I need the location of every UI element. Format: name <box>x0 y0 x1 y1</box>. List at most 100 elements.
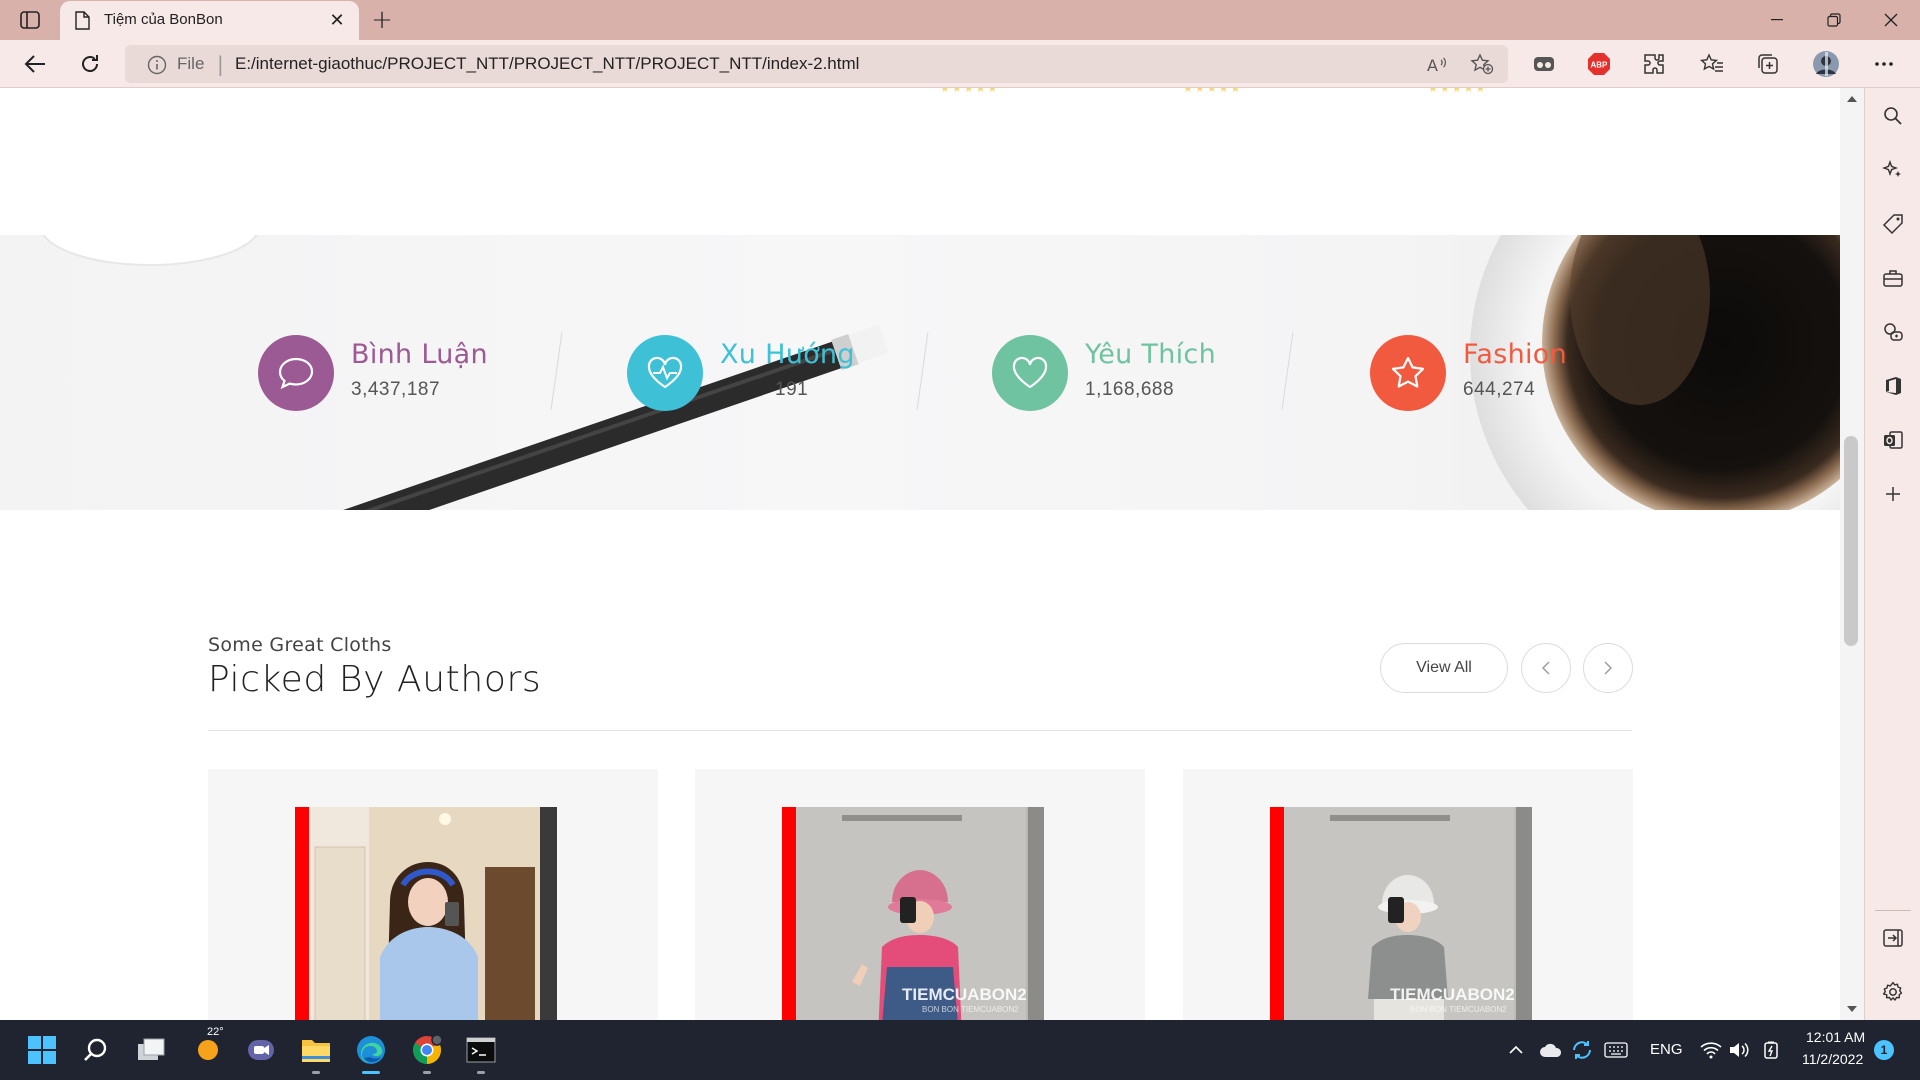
search-icon[interactable] <box>78 1032 114 1068</box>
heartbeat-icon <box>647 356 683 389</box>
product-card[interactable]: TIEMCUABON2 BON BON TIEMCUABON2 <box>1183 769 1633 1020</box>
counter-value: 191 <box>775 379 809 400</box>
windows-start-icon[interactable] <box>24 1032 60 1068</box>
extension-icon[interactable] <box>1530 50 1558 78</box>
read-aloud-icon[interactable]: A <box>1425 53 1449 75</box>
active-indicator <box>362 1071 380 1074</box>
page-icon <box>74 11 90 34</box>
address-bar[interactable]: File | E:/internet-giaothuc/PROJECT_NTT/… <box>125 45 1508 83</box>
profile-avatar[interactable] <box>1812 50 1840 78</box>
prev-button[interactable] <box>1521 643 1571 693</box>
battery-icon[interactable] <box>1758 1032 1784 1068</box>
next-button[interactable] <box>1583 643 1633 693</box>
refresh-button[interactable] <box>73 48 107 80</box>
product-image[interactable]: TIEMCUABON2 BON BON TIEMCUABON2 <box>782 807 1044 1020</box>
edge-sidebar <box>1864 88 1920 1020</box>
extensions-icon[interactable] <box>1640 50 1668 78</box>
back-button[interactable] <box>18 48 52 80</box>
volume-icon[interactable] <box>1726 1032 1752 1068</box>
counter-icon-circle <box>627 335 703 411</box>
collections-icon[interactable] <box>1754 50 1782 78</box>
search-icon[interactable] <box>1881 104 1905 128</box>
task-view-icon[interactable] <box>133 1032 169 1068</box>
notification-badge[interactable]: 1 <box>1874 1040 1894 1060</box>
discover-icon[interactable] <box>1881 158 1905 182</box>
add-favorite-icon[interactable] <box>1470 53 1494 75</box>
photo-accent-bar <box>1270 807 1284 1020</box>
sync-icon[interactable] <box>1568 1032 1596 1068</box>
close-window-button[interactable] <box>1866 4 1916 36</box>
scroll-thumb[interactable] <box>1844 436 1858 646</box>
keyboard-icon[interactable] <box>1601 1032 1631 1068</box>
chevron-left-icon <box>1542 661 1550 675</box>
view-all-button[interactable]: View All <box>1380 643 1508 693</box>
weather-widget-icon[interactable]: 22° <box>189 1026 225 1068</box>
counter-value: 1,168,688 <box>1085 379 1175 400</box>
photo-accent-bar <box>295 807 309 1020</box>
section-subtitle: Some Great Cloths <box>208 634 392 656</box>
file-explorer-icon[interactable] <box>298 1032 334 1074</box>
clock-date[interactable]: 11/2/2022 <box>1802 1051 1863 1067</box>
product-image[interactable]: TIEMCUABON2 BON BON TIEMCUABON2 <box>1270 807 1532 1020</box>
page-viewport: ★★★★★ ★★★★★ ★★★★★ Bình Luận 3,437,187 Xu… <box>0 88 1840 1020</box>
section-title: Picked By Authors <box>208 659 542 700</box>
hide-sidebar-icon[interactable] <box>1881 926 1905 950</box>
favorites-icon[interactable] <box>1698 50 1726 78</box>
svg-text:ABP: ABP <box>1591 61 1609 70</box>
rating-stars: ★★★★★ <box>1428 88 1488 95</box>
edge-browser-icon[interactable] <box>353 1032 389 1074</box>
close-tab-icon[interactable]: ✕ <box>325 8 349 32</box>
counter-icon-circle <box>258 335 334 411</box>
outlook-icon[interactable] <box>1881 428 1905 452</box>
product-watermark-sub: BON BON TIEMCUABON2 <box>922 1005 1019 1014</box>
svg-text:A: A <box>1427 56 1438 74</box>
office-icon[interactable] <box>1881 374 1905 398</box>
tray-overflow-chevron-icon[interactable] <box>1504 1032 1528 1068</box>
chrome-browser-icon[interactable] <box>409 1032 445 1074</box>
browser-tab[interactable]: Tiệm của BonBon ✕ <box>60 1 359 40</box>
product-image[interactable] <box>295 807 557 1020</box>
star-icon <box>1391 356 1425 388</box>
restore-button[interactable] <box>1809 4 1859 36</box>
product-card[interactable] <box>208 769 658 1020</box>
clock-time[interactable]: 12:01 AM <box>1806 1029 1865 1045</box>
onedrive-cloud-icon[interactable] <box>1537 1032 1565 1068</box>
wifi-icon[interactable] <box>1698 1032 1724 1068</box>
product-watermark: TIEMCUABON2 <box>1390 985 1515 1004</box>
minimize-button[interactable] <box>1752 4 1802 36</box>
counter-value: 644,274 <box>1463 379 1536 400</box>
running-indicator <box>477 1071 485 1074</box>
sidebar-divider <box>1875 910 1911 911</box>
new-tab-button[interactable]: + <box>368 5 396 35</box>
counter-icon-circle <box>1370 335 1446 411</box>
counter-title: Fashion <box>1463 339 1568 370</box>
chevron-right-icon <box>1604 661 1612 675</box>
product-watermark-sub: BON BON TIEMCUABON2 <box>1410 1005 1507 1014</box>
teams-chat-icon[interactable] <box>243 1032 279 1068</box>
terminal-icon[interactable] <box>463 1032 499 1074</box>
counter-title: Xu Hướng <box>720 339 855 370</box>
add-icon[interactable] <box>1881 482 1905 506</box>
games-icon[interactable] <box>1881 320 1905 344</box>
product-watermark: TIEMCUABON2 <box>902 985 1027 1004</box>
tools-icon[interactable] <box>1881 266 1905 290</box>
address-scheme: File <box>177 54 205 73</box>
tab-title: Tiệm của BonBon <box>104 11 223 28</box>
site-info-icon[interactable] <box>147 55 167 79</box>
language-indicator[interactable]: ENG <box>1650 1041 1683 1058</box>
settings-gear-icon[interactable] <box>1881 980 1905 1004</box>
address-url[interactable]: E:/internet-giaothuc/PROJECT_NTT/PROJECT… <box>235 54 859 74</box>
page-scrollbar[interactable] <box>1840 88 1864 1020</box>
chat-icon <box>278 357 314 390</box>
counter-title: Yêu Thích <box>1085 339 1216 370</box>
rating-stars: ★★★★★ <box>940 88 1000 95</box>
product-card[interactable]: TIEMCUABON2 BON BON TIEMCUABON2 <box>695 769 1145 1020</box>
scroll-up-arrow[interactable] <box>1847 96 1857 102</box>
more-menu-icon[interactable] <box>1870 50 1898 78</box>
adblock-icon[interactable]: ABP <box>1585 50 1613 78</box>
scroll-down-arrow[interactable] <box>1847 1006 1857 1012</box>
shopping-tag-icon[interactable] <box>1881 212 1905 236</box>
tab-actions-icon[interactable] <box>18 9 42 31</box>
counter-value: 3,437,187 <box>351 379 441 400</box>
photo-accent-bar <box>782 807 796 1020</box>
